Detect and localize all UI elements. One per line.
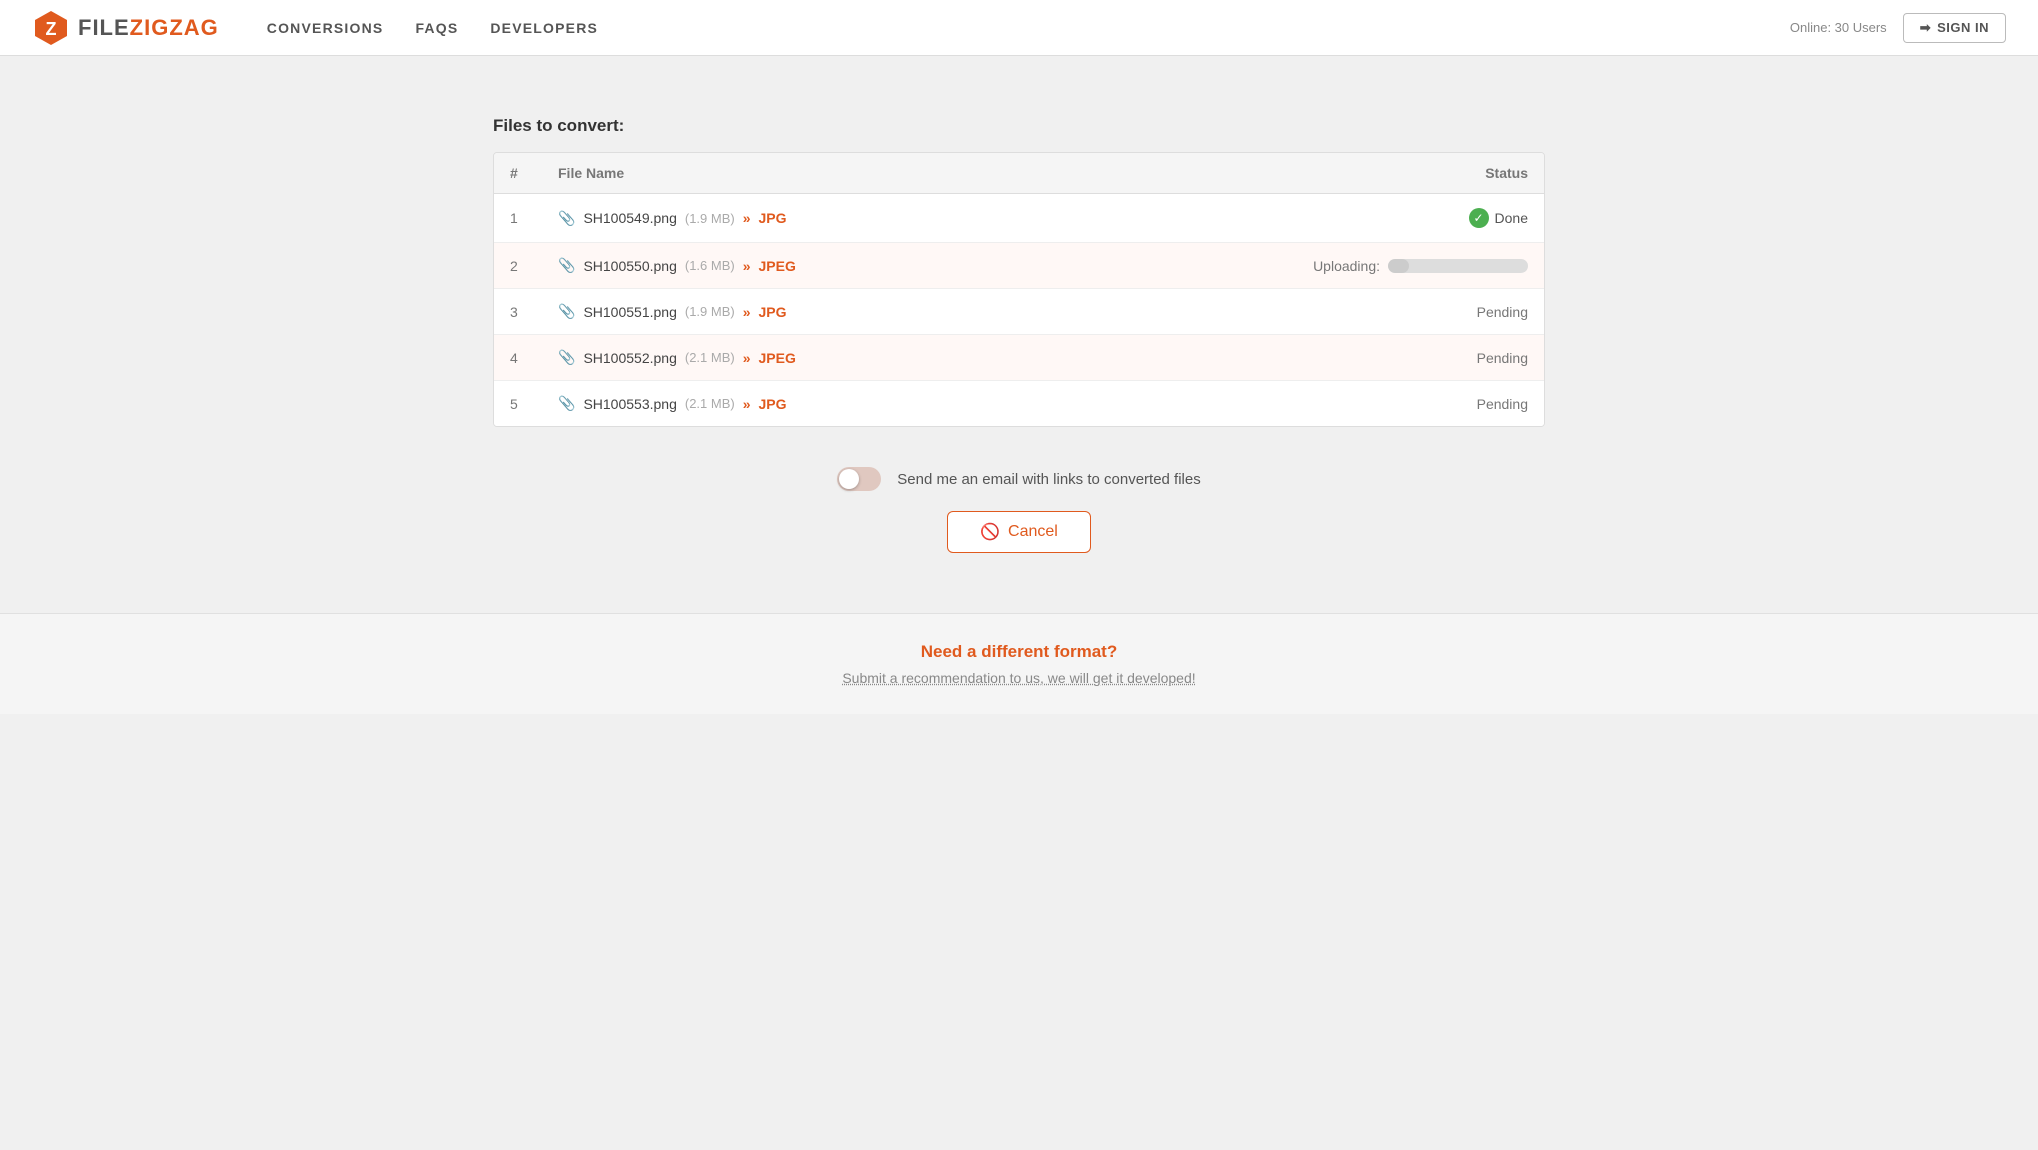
arrow-icon: »: [743, 396, 751, 412]
online-users-label: Online: 30 Users: [1790, 20, 1887, 35]
attach-icon: 📎: [558, 349, 575, 366]
section-title: Files to convert:: [493, 116, 1545, 136]
logo-icon: Z: [32, 9, 70, 47]
nav-conversions[interactable]: CONVERSIONS: [267, 16, 384, 40]
row-filename: 📎 SH100549.png (1.9 MB) » JPG: [542, 194, 1264, 243]
col-header-status: Status: [1264, 153, 1544, 194]
file-size: (2.1 MB): [685, 396, 735, 411]
row-status: Uploading:: [1264, 243, 1544, 289]
filename-text: SH100552.png: [583, 350, 676, 366]
sign-in-label: SIGN IN: [1937, 20, 1989, 35]
row-status: Pending: [1264, 381, 1544, 427]
file-size: (1.9 MB): [685, 304, 735, 319]
table-body: 1 📎 SH100549.png (1.9 MB) » JPG ✓ Done 2…: [494, 194, 1544, 427]
files-table-container: # File Name Status 1 📎 SH100549.png (1.9…: [493, 152, 1545, 427]
format-label: JPG: [759, 396, 787, 412]
format-label: JPEG: [759, 258, 796, 274]
status-text: Pending: [1477, 304, 1528, 320]
row-num: 4: [494, 335, 542, 381]
files-table: # File Name Status 1 📎 SH100549.png (1.9…: [494, 153, 1544, 426]
file-size: (1.9 MB): [685, 211, 735, 226]
row-filename: 📎 SH100550.png (1.6 MB) » JPEG: [542, 243, 1264, 289]
filename-text: SH100553.png: [583, 396, 676, 412]
arrow-icon: »: [743, 258, 751, 274]
done-icon: ✓: [1469, 208, 1489, 228]
format-label: JPEG: [759, 350, 796, 366]
col-header-filename: File Name: [542, 153, 1264, 194]
row-status: Pending: [1264, 289, 1544, 335]
email-toggle-row: Send me an email with links to converted…: [837, 467, 1200, 491]
main-content: Files to convert: # File Name Status 1 📎…: [469, 56, 1569, 553]
cancel-icon: 🚫: [980, 522, 1000, 542]
footer-banner-title: Need a different format?: [16, 642, 2022, 662]
file-size: (2.1 MB): [685, 350, 735, 365]
filename-text: SH100549.png: [583, 210, 676, 226]
row-num: 2: [494, 243, 542, 289]
row-filename: 📎 SH100553.png (2.1 MB) » JPG: [542, 381, 1264, 427]
row-num: 5: [494, 381, 542, 427]
table-row: 5 📎 SH100553.png (2.1 MB) » JPG Pending: [494, 381, 1544, 427]
logo-text: FILEZIGZAG: [78, 15, 219, 41]
table-row: 1 📎 SH100549.png (1.9 MB) » JPG ✓ Done: [494, 194, 1544, 243]
main-nav: CONVERSIONS FAQs DEVELOPERS: [267, 16, 1790, 40]
row-status: ✓ Done: [1264, 194, 1544, 243]
attach-icon: 📎: [558, 257, 575, 274]
controls-area: Send me an email with links to converted…: [493, 467, 1545, 553]
table-header: # File Name Status: [494, 153, 1544, 194]
arrow-icon: »: [743, 210, 751, 226]
status-done: ✓ Done: [1280, 208, 1528, 228]
table-row: 4 📎 SH100552.png (2.1 MB) » JPEG Pending: [494, 335, 1544, 381]
footer-banner: Need a different format? Submit a recomm…: [0, 613, 2038, 714]
row-filename: 📎 SH100551.png (1.9 MB) » JPG: [542, 289, 1264, 335]
filename-text: SH100550.png: [583, 258, 676, 274]
file-size: (1.6 MB): [685, 258, 735, 273]
sign-in-arrow-icon: ➡: [1920, 20, 1931, 36]
svg-text:Z: Z: [46, 19, 57, 39]
row-num: 3: [494, 289, 542, 335]
nav-developers[interactable]: DEVELOPERS: [490, 16, 598, 40]
email-toggle[interactable]: [837, 467, 881, 491]
uploading-label: Uploading:: [1313, 258, 1380, 274]
cancel-label: Cancel: [1008, 523, 1058, 541]
email-toggle-label: Send me an email with links to converted…: [897, 471, 1200, 488]
header-right: Online: 30 Users ➡ SIGN IN: [1790, 13, 2006, 43]
toggle-knob: [839, 469, 859, 489]
attach-icon: 📎: [558, 303, 575, 320]
progress-bar-fill: [1388, 259, 1409, 273]
attach-icon: 📎: [558, 210, 575, 227]
attach-icon: 📎: [558, 395, 575, 412]
filename-text: SH100551.png: [583, 304, 676, 320]
table-row: 3 📎 SH100551.png (1.9 MB) » JPG Pending: [494, 289, 1544, 335]
header: Z FILEZIGZAG CONVERSIONS FAQs DEVELOPERS…: [0, 0, 2038, 56]
table-row: 2 📎 SH100550.png (1.6 MB) » JPEG Uploadi…: [494, 243, 1544, 289]
status-text: Pending: [1477, 396, 1528, 412]
format-label: JPG: [759, 304, 787, 320]
row-status: Pending: [1264, 335, 1544, 381]
arrow-icon: »: [743, 304, 751, 320]
nav-faqs[interactable]: FAQs: [415, 16, 458, 40]
format-label: JPG: [759, 210, 787, 226]
status-uploading: Uploading:: [1280, 258, 1528, 274]
row-filename: 📎 SH100552.png (2.1 MB) » JPEG: [542, 335, 1264, 381]
status-text: Done: [1495, 210, 1528, 226]
status-text: Pending: [1477, 350, 1528, 366]
sign-in-button[interactable]: ➡ SIGN IN: [1903, 13, 2006, 43]
progress-bar-container: [1388, 259, 1528, 273]
arrow-icon: »: [743, 350, 751, 366]
logo[interactable]: Z FILEZIGZAG: [32, 9, 219, 47]
row-num: 1: [494, 194, 542, 243]
cancel-button[interactable]: 🚫 Cancel: [947, 511, 1091, 553]
col-header-num: #: [494, 153, 542, 194]
footer-banner-subtitle: Submit a recommendation to us, we will g…: [16, 670, 2022, 686]
